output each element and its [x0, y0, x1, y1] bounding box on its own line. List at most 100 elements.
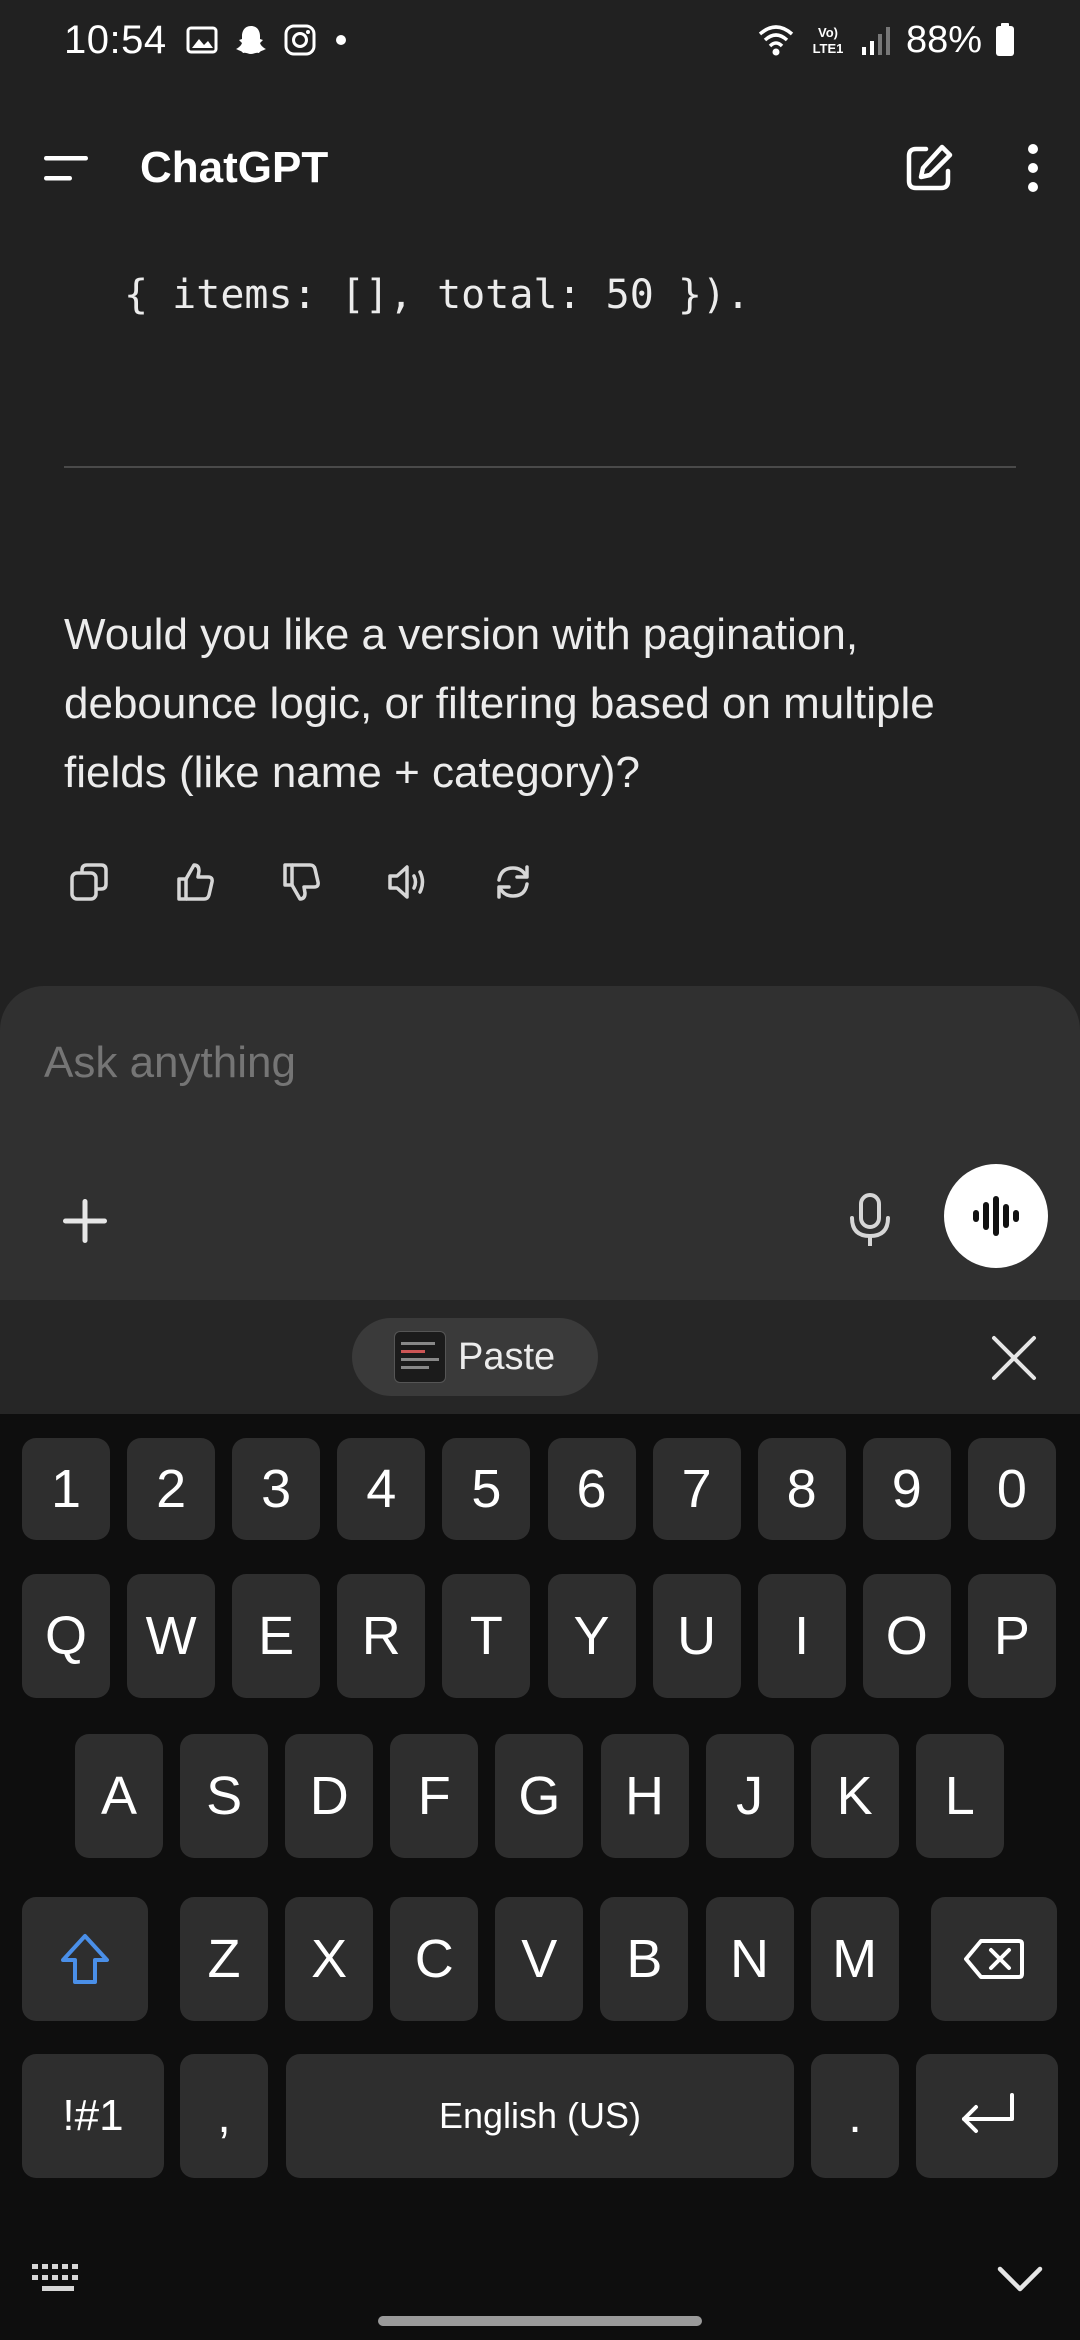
comma-key[interactable]: ,: [180, 2054, 268, 2178]
more-notifications-dot-icon: [335, 35, 346, 45]
read-aloud-icon: [388, 865, 425, 899]
key-g[interactable]: G: [495, 1734, 584, 1858]
key-1[interactable]: 1: [22, 1438, 110, 1540]
backspace-icon: [964, 1939, 1024, 1979]
key-i[interactable]: I: [757, 1574, 846, 1698]
voice-mode-button[interactable]: [944, 1164, 1048, 1268]
compose-icon: [906, 144, 953, 191]
notification-icons: [185, 22, 351, 58]
enter-icon: [962, 2093, 1014, 2133]
key-n[interactable]: N: [705, 1897, 794, 2021]
regenerate-button[interactable]: [488, 857, 538, 907]
key-o[interactable]: O: [862, 1574, 951, 1698]
read-aloud-button[interactable]: [382, 857, 432, 907]
key-s[interactable]: S: [180, 1734, 269, 1858]
composer: [0, 986, 1080, 1300]
good-response-button[interactable]: [170, 857, 220, 907]
key-u[interactable]: U: [652, 1574, 741, 1698]
space-key[interactable]: English (US): [286, 2054, 794, 2178]
chat-thread[interactable]: { items: [], total: 50 }). Would you lik…: [0, 224, 1080, 984]
key-k[interactable]: K: [810, 1734, 899, 1858]
status-time: 10:54: [64, 17, 167, 62]
close-clipboard-button[interactable]: [988, 1332, 1040, 1384]
backspace-key[interactable]: [931, 1897, 1057, 2021]
message-actions: [64, 857, 538, 907]
close-icon: [992, 1336, 1036, 1380]
app-title: ChatGPT: [140, 143, 329, 192]
regenerate-icon: [497, 865, 529, 899]
key-9[interactable]: 9: [862, 1438, 951, 1540]
key-5[interactable]: 5: [442, 1438, 531, 1540]
code-snippet-tail: { items: [], total: 50 }).: [124, 272, 751, 318]
copy-button[interactable]: [64, 857, 114, 907]
key-j[interactable]: J: [705, 1734, 794, 1858]
key-d[interactable]: D: [285, 1734, 374, 1858]
signal-icon: [861, 27, 890, 55]
key-z[interactable]: Z: [180, 1897, 268, 2021]
key-8[interactable]: 8: [757, 1438, 846, 1540]
sidebar-menu-button[interactable]: [40, 150, 92, 186]
gallery-icon: [186, 26, 218, 54]
paste-label: Paste: [458, 1335, 556, 1378]
new-chat-button[interactable]: [902, 141, 956, 195]
wifi-icon: [758, 25, 794, 56]
keyboard-icon: [32, 2264, 78, 2291]
status-right: Vo) LTE1 88%: [756, 19, 1016, 62]
paste-chip[interactable]: Paste: [352, 1318, 598, 1396]
key-t[interactable]: T: [442, 1574, 531, 1698]
key-c[interactable]: C: [390, 1897, 479, 2021]
dictate-button[interactable]: [840, 1186, 900, 1256]
svg-text:LTE1: LTE1: [813, 41, 844, 56]
keyboard: 1234567890 QWERTYUIOP ASDFGHJKL ZXCVBNM …: [0, 1414, 1080, 2340]
key-x[interactable]: X: [285, 1897, 374, 2021]
key-q[interactable]: Q: [22, 1574, 110, 1698]
shift-icon: [61, 1934, 109, 1984]
thumbs-up-icon: [177, 863, 214, 901]
plus-icon: [63, 1199, 107, 1243]
clipboard-suggestion-bar: Paste: [0, 1300, 1080, 1414]
key-7[interactable]: 7: [652, 1438, 741, 1540]
assistant-message: Would you like a version with pagination…: [64, 610, 935, 797]
key-3[interactable]: 3: [232, 1438, 321, 1540]
key-6[interactable]: 6: [547, 1438, 636, 1540]
more-options-button[interactable]: [1026, 142, 1040, 194]
app-header: ChatGPT: [0, 112, 1080, 224]
status-bar: 10:54 Vo) LTE1 88%: [0, 0, 1080, 80]
svg-text:Vo): Vo): [818, 25, 838, 40]
message-input[interactable]: [44, 1038, 844, 1088]
enter-key[interactable]: [916, 2054, 1058, 2178]
volte-icon: Vo)LTE1: [813, 25, 844, 56]
microphone-icon: [850, 1193, 890, 1246]
symbols-key[interactable]: !#1: [22, 2054, 164, 2178]
key-l[interactable]: L: [915, 1734, 1004, 1858]
attach-button[interactable]: [50, 1186, 120, 1256]
key-b[interactable]: B: [600, 1897, 689, 2021]
copy-icon: [70, 863, 108, 901]
home-indicator[interactable]: [378, 2316, 702, 2326]
key-y[interactable]: Y: [547, 1574, 636, 1698]
period-key[interactable]: .: [811, 2054, 899, 2178]
shift-key[interactable]: [22, 1897, 148, 2021]
key-f[interactable]: F: [390, 1734, 479, 1858]
clipboard-thumbnail: [394, 1331, 446, 1383]
key-v[interactable]: V: [495, 1897, 584, 2021]
key-m[interactable]: M: [810, 1897, 899, 2021]
thumbs-down-icon: [283, 863, 320, 901]
key-h[interactable]: H: [600, 1734, 689, 1858]
key-4[interactable]: 4: [337, 1438, 426, 1540]
bad-response-button[interactable]: [276, 857, 326, 907]
menu-icon: [44, 156, 88, 181]
key-p[interactable]: P: [967, 1574, 1056, 1698]
key-a[interactable]: A: [75, 1734, 163, 1858]
key-e[interactable]: E: [232, 1574, 321, 1698]
key-2[interactable]: 2: [127, 1438, 216, 1540]
key-w[interactable]: W: [127, 1574, 216, 1698]
key-r[interactable]: R: [337, 1574, 426, 1698]
battery-icon: [996, 23, 1014, 56]
divider: [64, 466, 1016, 468]
hide-keyboard-button[interactable]: [996, 2264, 1044, 2294]
keyboard-switch-button[interactable]: [30, 2262, 86, 2294]
key-0[interactable]: 0: [967, 1438, 1056, 1540]
battery-percent: 88%: [905, 18, 982, 61]
voice-waveform-icon: [973, 1196, 1019, 1236]
